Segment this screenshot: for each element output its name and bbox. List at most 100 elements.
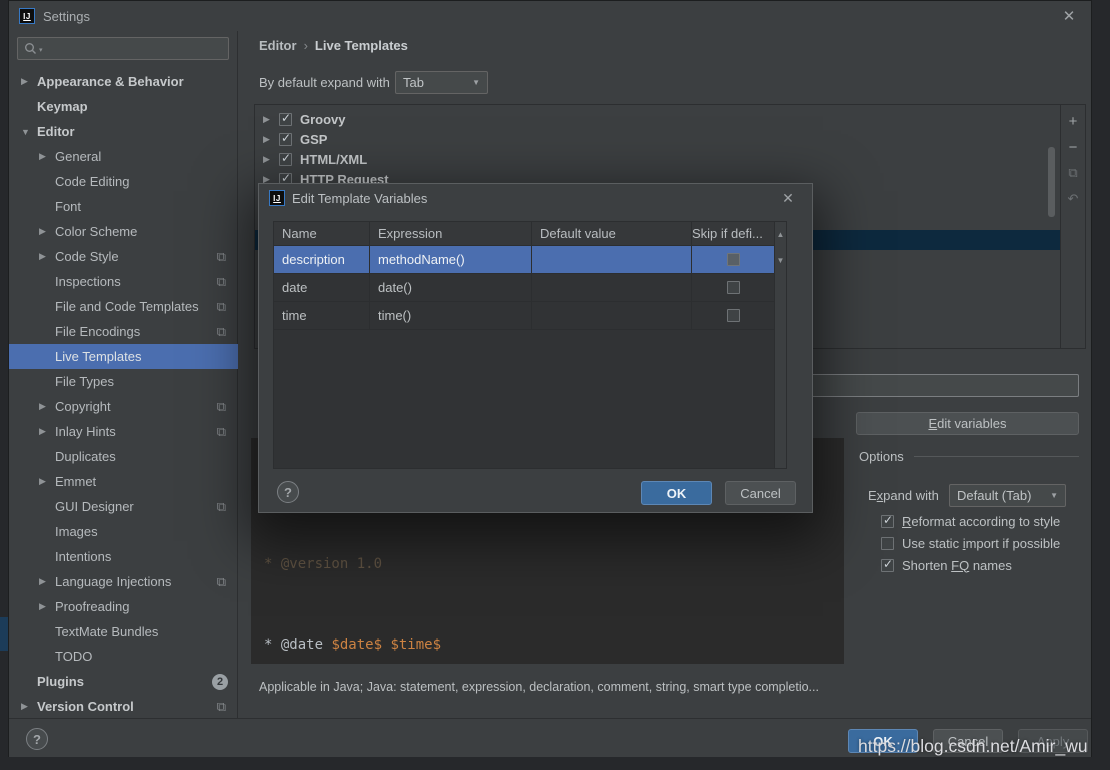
shareable-settings-icon: ⧉ bbox=[217, 499, 226, 515]
sidebar-item-code-editing[interactable]: Code Editing bbox=[9, 169, 238, 194]
column-header-name[interactable]: Name bbox=[274, 222, 370, 245]
close-icon[interactable]: ✕ bbox=[778, 188, 798, 208]
shareable-settings-icon: ⧉ bbox=[217, 399, 226, 415]
template-group-html-xml[interactable]: HTML/XML bbox=[255, 149, 1060, 169]
cell-default-value[interactable] bbox=[532, 246, 692, 273]
sidebar-item-inlay-hints[interactable]: Inlay Hints⧉ bbox=[9, 419, 238, 444]
search-input[interactable]: ▾ bbox=[17, 37, 229, 60]
sidebar-item-font[interactable]: Font bbox=[9, 194, 238, 219]
shorten-fq-checkbox[interactable] bbox=[881, 559, 894, 572]
chevron-right-icon[interactable] bbox=[263, 114, 279, 125]
breadcrumb-separator: › bbox=[297, 38, 315, 53]
chevron-right-icon[interactable] bbox=[39, 426, 55, 437]
sidebar-item-language-injections[interactable]: Language Injections⧉ bbox=[9, 569, 238, 594]
cell-default-value[interactable] bbox=[532, 274, 692, 301]
sidebar-item-plugins[interactable]: Plugins2 bbox=[9, 669, 238, 694]
cell-name[interactable]: date bbox=[274, 274, 370, 301]
shareable-settings-icon: ⧉ bbox=[217, 574, 226, 590]
reformat-checkbox[interactable] bbox=[881, 515, 894, 528]
table-row-time[interactable]: time time() bbox=[274, 302, 774, 330]
sidebar-item-keymap[interactable]: Keymap bbox=[9, 94, 238, 119]
skip-checkbox[interactable] bbox=[727, 309, 740, 322]
table-row-description[interactable]: description methodName() bbox=[274, 246, 774, 274]
sidebar-item-copyright[interactable]: Copyright⧉ bbox=[9, 394, 238, 419]
table-scrollbar[interactable]: ▲ ▼ bbox=[774, 222, 786, 468]
column-header-expression[interactable]: Expression bbox=[370, 222, 532, 245]
dialog-ok-button[interactable]: OK bbox=[641, 481, 712, 505]
sidebar-item-label: General bbox=[55, 149, 101, 164]
duplicate-icon[interactable]: ⧉ bbox=[1064, 163, 1082, 183]
sidebar-item-file-and-code-templates[interactable]: File and Code Templates⧉ bbox=[9, 294, 238, 319]
remove-icon[interactable]: − bbox=[1064, 137, 1082, 157]
gsp-checkbox[interactable] bbox=[279, 133, 292, 146]
close-icon[interactable]: ✕ bbox=[1059, 6, 1079, 26]
scroll-up-icon[interactable]: ▲ bbox=[775, 230, 786, 239]
sidebar-item-todo[interactable]: TODO bbox=[9, 644, 238, 669]
sidebar-item-proofreading[interactable]: Proofreading bbox=[9, 594, 238, 619]
skip-checkbox[interactable] bbox=[727, 253, 740, 266]
code-line-version: * @version 1.0 bbox=[264, 551, 441, 578]
skip-checkbox[interactable] bbox=[727, 281, 740, 294]
scroll-down-icon[interactable]: ▼ bbox=[775, 256, 786, 265]
add-icon[interactable]: + bbox=[1064, 111, 1082, 131]
help-icon[interactable]: ? bbox=[26, 728, 48, 750]
sidebar-item-general[interactable]: General bbox=[9, 144, 238, 169]
table-row-date[interactable]: date date() bbox=[274, 274, 774, 302]
static-import-option[interactable]: Use static import if possible bbox=[881, 534, 1060, 552]
cell-name[interactable]: time bbox=[274, 302, 370, 329]
shorten-fq-option[interactable]: Shorten FQ names bbox=[881, 556, 1012, 574]
edit-variables-button[interactable]: Edit variables bbox=[856, 412, 1079, 435]
groovy-checkbox[interactable] bbox=[279, 113, 292, 126]
cell-default-value[interactable] bbox=[532, 302, 692, 329]
sidebar-item-intentions[interactable]: Intentions bbox=[9, 544, 238, 569]
shareable-settings-icon: ⧉ bbox=[217, 299, 226, 315]
column-header-default-value[interactable]: Default value bbox=[532, 222, 692, 245]
static-import-checkbox[interactable] bbox=[881, 537, 894, 550]
chevron-right-icon[interactable] bbox=[39, 476, 55, 487]
chevron-right-icon[interactable] bbox=[39, 576, 55, 587]
sidebar-item-file-encodings[interactable]: File Encodings⧉ bbox=[9, 319, 238, 344]
revert-icon[interactable]: ↶ bbox=[1064, 189, 1082, 209]
sidebar-item-color-scheme[interactable]: Color Scheme bbox=[9, 219, 238, 244]
chevron-right-icon[interactable] bbox=[263, 134, 279, 145]
sidebar-item-emmet[interactable]: Emmet bbox=[9, 469, 238, 494]
chevron-right-icon[interactable] bbox=[263, 154, 279, 165]
template-group-label: Groovy bbox=[300, 112, 346, 127]
sidebar-item-editor[interactable]: Editor bbox=[9, 119, 238, 144]
sidebar-item-inspections[interactable]: Inspections⧉ bbox=[9, 269, 238, 294]
chevron-right-icon[interactable] bbox=[39, 601, 55, 612]
dialog-cancel-button[interactable]: Cancel bbox=[725, 481, 796, 505]
chevron-right-icon[interactable] bbox=[39, 151, 55, 162]
help-icon[interactable]: ? bbox=[277, 481, 299, 503]
sidebar-item-duplicates[interactable]: Duplicates bbox=[9, 444, 238, 469]
sidebar-item-version-control[interactable]: Version Control⧉ bbox=[9, 694, 238, 719]
reformat-option[interactable]: Reformat according to style bbox=[881, 512, 1060, 530]
default-expand-dropdown[interactable]: Tab ▼ bbox=[395, 71, 488, 94]
expand-with-dropdown[interactable]: Default (Tab) ▼ bbox=[949, 484, 1066, 507]
cell-expression[interactable]: date() bbox=[370, 274, 532, 301]
chevron-right-icon[interactable] bbox=[21, 76, 37, 87]
html-xml-checkbox[interactable] bbox=[279, 153, 292, 166]
templates-toolbar: + − ⧉ ↶ bbox=[1061, 104, 1086, 349]
chevron-right-icon[interactable] bbox=[21, 701, 37, 712]
chevron-right-icon[interactable] bbox=[39, 401, 55, 412]
sidebar-item-appearance-behavior[interactable]: Appearance & Behavior bbox=[9, 69, 238, 94]
cell-expression[interactable]: time() bbox=[370, 302, 532, 329]
chevron-right-icon[interactable] bbox=[39, 251, 55, 262]
sidebar-item-code-style[interactable]: Code Style⧉ bbox=[9, 244, 238, 269]
sidebar-item-gui-designer[interactable]: GUI Designer⧉ bbox=[9, 494, 238, 519]
cell-name[interactable]: description bbox=[274, 246, 370, 273]
template-group-groovy[interactable]: Groovy bbox=[255, 109, 1060, 129]
cell-expression[interactable]: methodName() bbox=[370, 246, 532, 273]
sidebar-item-file-types[interactable]: File Types bbox=[9, 369, 238, 394]
chevron-right-icon[interactable] bbox=[39, 226, 55, 237]
expand-with-label: Expand with bbox=[868, 488, 939, 503]
template-group-gsp[interactable]: GSP bbox=[255, 129, 1060, 149]
sidebar-item-images[interactable]: Images bbox=[9, 519, 238, 544]
sidebar-item-live-templates[interactable]: Live Templates bbox=[9, 344, 238, 369]
breadcrumb-editor[interactable]: Editor bbox=[259, 38, 297, 53]
sidebar-item-textmate-bundles[interactable]: TextMate Bundles bbox=[9, 619, 238, 644]
chevron-down-icon[interactable] bbox=[21, 127, 37, 137]
list-scrollbar[interactable] bbox=[1048, 147, 1055, 217]
column-header-skip[interactable]: Skip if defi... bbox=[692, 222, 774, 245]
